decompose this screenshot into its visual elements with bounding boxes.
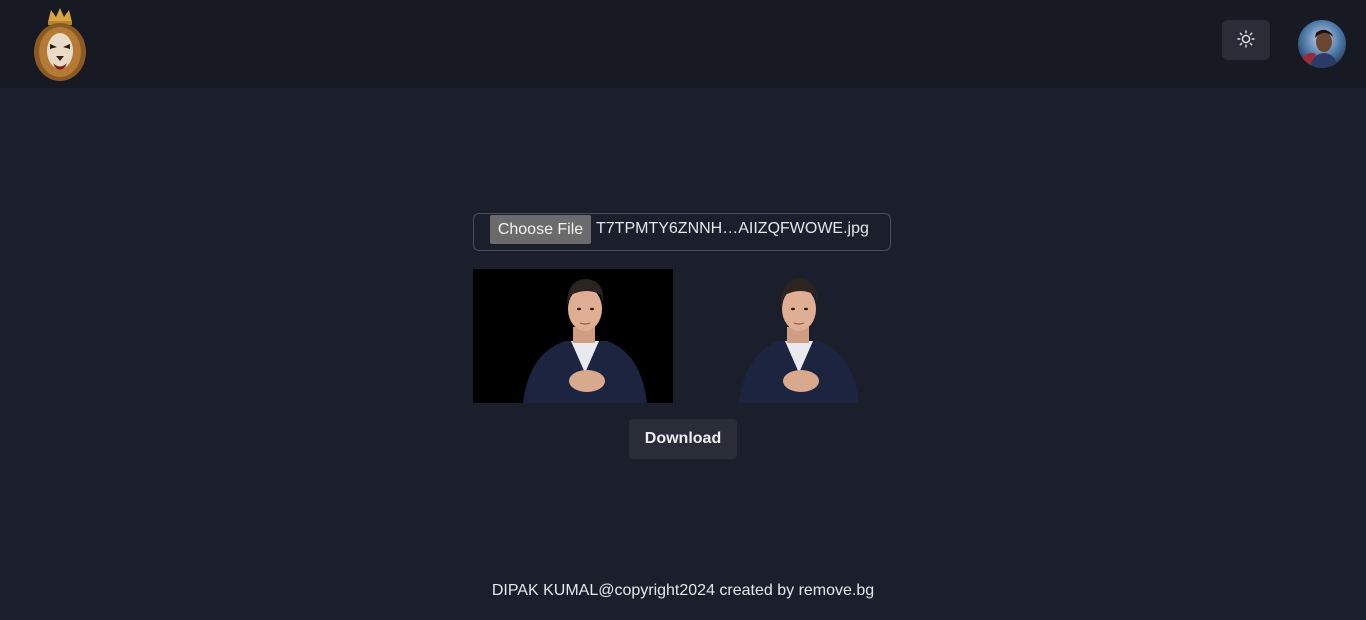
footer-copyright: DIPAK KUMAL@copyright2024 created by rem… bbox=[491, 582, 875, 599]
user-avatar[interactable] bbox=[1298, 20, 1346, 68]
top-header bbox=[0, 0, 1366, 88]
file-upload-field[interactable]: Choose File T7TPMTY6ZNNH…AIIZQFWOWE.jpg bbox=[473, 213, 891, 251]
background-removed-image bbox=[723, 269, 873, 403]
download-button[interactable]: Download bbox=[629, 419, 737, 459]
theme-toggle-button[interactable] bbox=[1222, 20, 1270, 60]
choose-file-button[interactable]: Choose File bbox=[490, 215, 591, 244]
selected-file-name: T7TPMTY6ZNNH…AIIZQFWOWE.jpg bbox=[596, 220, 869, 237]
sun-icon bbox=[1237, 29, 1255, 51]
lion-logo-icon[interactable] bbox=[32, 6, 88, 82]
original-image bbox=[473, 269, 673, 403]
